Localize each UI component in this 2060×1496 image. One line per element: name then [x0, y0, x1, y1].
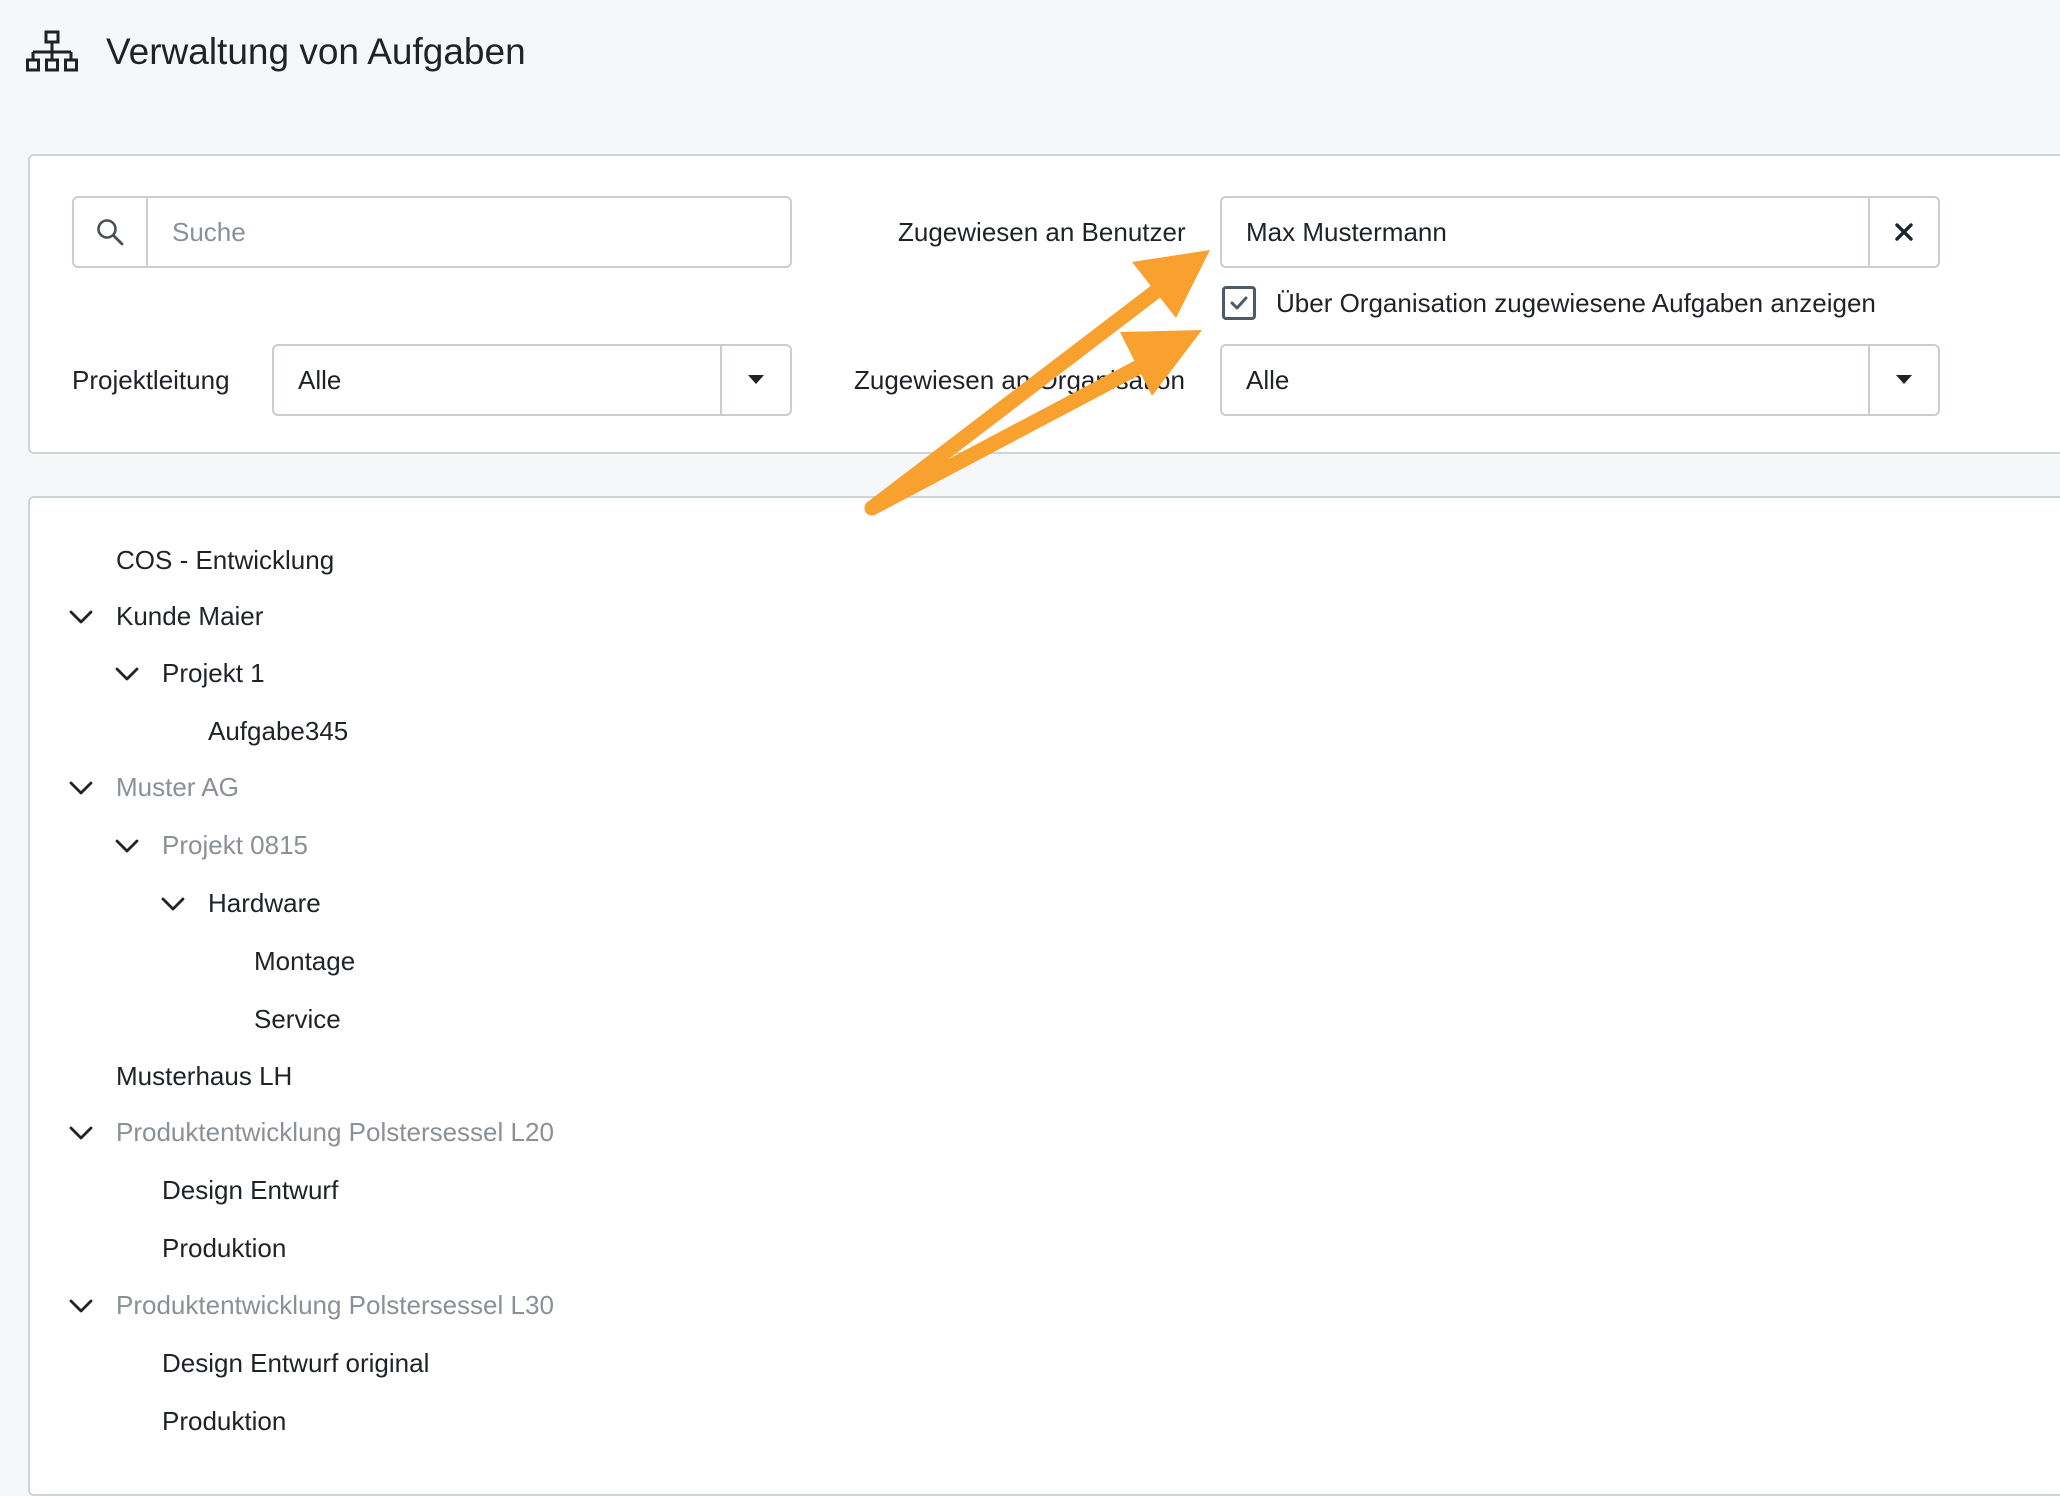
project-lead-label: Projektleitung [72, 365, 230, 395]
show-org-tasks-checkbox[interactable] [1222, 286, 1256, 320]
chevron-down-icon[interactable] [68, 604, 94, 630]
assigned-org-label: Zugewiesen an Organisation [854, 365, 1185, 395]
tree-item-label[interactable]: Service [254, 999, 341, 1039]
tree-item-label[interactable]: Produktentwicklung Polstersessel L30 [116, 1285, 554, 1325]
tree-item-label[interactable]: Produktentwicklung Polstersessel L20 [116, 1112, 554, 1152]
clear-user-button[interactable] [1868, 198, 1938, 266]
tree-item-label[interactable]: Muster AG [116, 767, 239, 807]
assigned-user-label: Zugewiesen an Benutzer [898, 217, 1186, 247]
project-lead-dropdown-button[interactable] [720, 346, 790, 414]
chevron-down-icon[interactable] [160, 891, 186, 917]
project-lead-value: Alle [298, 365, 342, 395]
assigned-org-dropdown-button[interactable] [1868, 346, 1938, 414]
task-tree: COS - Entwicklung Kunde Maier Projekt 1 Auf… [28, 496, 2060, 1496]
checkmark-icon [1230, 296, 1248, 310]
tree-item-label[interactable]: Produktion [162, 1228, 286, 1268]
show-org-tasks-label[interactable]: Über Organisation zugewiesene Aufgaben a… [1276, 287, 1876, 319]
tree-item-label[interactable]: Design Entwurf original [162, 1343, 429, 1383]
project-lead-select[interactable]: Alle [272, 344, 792, 416]
tree-item-label[interactable]: Projekt 1 [162, 653, 265, 693]
tree-item-label[interactable]: Produktion [162, 1401, 286, 1441]
page-title: Verwaltung von Aufgaben [106, 31, 526, 72]
caret-down-icon [748, 375, 764, 384]
assigned-user-field[interactable]: Max Mustermann [1220, 196, 1940, 268]
caret-down-icon [1896, 375, 1912, 384]
tree-item-label[interactable]: Montage [254, 941, 355, 981]
assigned-user-value: Max Mustermann [1246, 217, 1447, 247]
sitemap-icon [26, 30, 78, 72]
tree-item-label[interactable]: Design Entwurf [162, 1170, 338, 1210]
page-header: Verwaltung von Aufgaben [0, 0, 2060, 110]
chevron-down-icon[interactable] [114, 833, 140, 859]
tree-item-label[interactable]: Musterhaus LH [116, 1056, 292, 1096]
search-input[interactable] [148, 198, 788, 266]
tree-item-label[interactable]: Hardware [208, 883, 321, 923]
chevron-down-icon[interactable] [68, 1293, 94, 1319]
tree-item-label[interactable]: COS - Entwicklung [116, 540, 334, 580]
assigned-org-value: Alle [1246, 365, 1290, 395]
chevron-down-icon[interactable] [68, 1120, 94, 1146]
assigned-org-select[interactable]: Alle [1220, 344, 1940, 416]
tree-item-label[interactable]: Projekt 0815 [162, 825, 308, 865]
tree-item-label[interactable]: Aufgabe345 [208, 711, 348, 751]
chevron-down-icon[interactable] [68, 775, 94, 801]
close-icon [1895, 223, 1913, 241]
filter-panel: Zugewiesen an Benutzer Max Mustermann Üb… [28, 154, 2060, 454]
chevron-down-icon[interactable] [114, 661, 140, 687]
search-icon[interactable] [74, 198, 148, 266]
tree-item-label[interactable]: Kunde Maier [116, 596, 263, 636]
search-box [72, 196, 792, 268]
